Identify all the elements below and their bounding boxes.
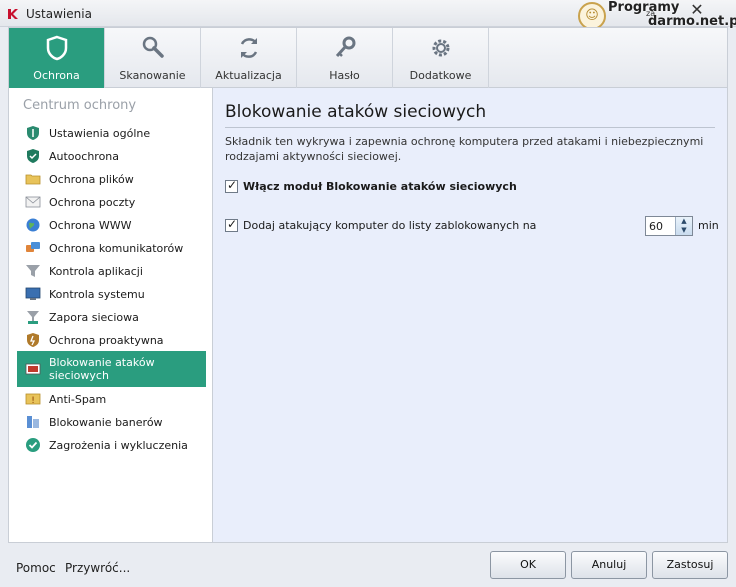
block-duration-value[interactable]: 60 <box>649 220 663 233</box>
sidebar-item-blokowanie-banerow[interactable]: Blokowanie banerów <box>17 411 206 433</box>
watermark: ☺ Programy za darmo.net.pl <box>578 0 736 30</box>
globe-icon <box>26 218 40 232</box>
component-description: Składnik ten wykrywa i zapewnia ochronę … <box>225 135 704 163</box>
sidebar-item-zagrozenia[interactable]: Zagrożenia i wykluczenia <box>17 434 206 456</box>
stepper-buttons: ▲ ▼ <box>675 217 692 235</box>
refresh-icon <box>240 38 258 58</box>
help-link[interactable]: Pomoc <box>16 561 56 575</box>
sidebar-item-label: Ochrona komunikatorów <box>49 241 184 255</box>
tab-skanowanie[interactable]: Skanowanie <box>105 28 201 88</box>
cancel-button[interactable]: Anuluj <box>571 551 647 579</box>
sidebar: Centrum ochrony Ustawienia ogólne Autooc… <box>8 88 213 543</box>
shield-icon <box>46 35 68 61</box>
tab-label: Ochrona <box>33 69 80 82</box>
shield-settings-icon <box>27 126 39 140</box>
tab-label: Hasło <box>329 69 360 82</box>
sidebar-item-blokowanie-atakow[interactable]: Blokowanie ataków sieciowych <box>17 351 206 387</box>
magnifier-icon <box>142 36 164 58</box>
close-button[interactable]: ✕ <box>686 1 708 21</box>
sidebar-item-label: Ochrona WWW <box>49 218 132 232</box>
sidebar-title: Centrum ochrony <box>23 98 137 113</box>
sidebar-item-label: Blokowanie ataków sieciowych <box>49 356 155 382</box>
enable-module-checkbox[interactable] <box>225 178 238 193</box>
sidebar-item-ochrona-www[interactable]: Ochrona WWW <box>17 214 206 236</box>
sidebar-item-kontrola-aplikacji[interactable]: Kontrola aplikacji <box>17 260 206 282</box>
sidebar-item-ustawienia-ogolne[interactable]: Ustawienia ogólne <box>17 122 206 144</box>
check-circle-icon <box>26 438 40 452</box>
spam-icon: ! <box>25 393 41 406</box>
proactive-shield-icon <box>27 333 39 347</box>
title-bar: Ustawienia ☺ Programy za darmo.net.pl ✕ <box>0 0 736 30</box>
tab-label: Aktualizacja <box>215 69 282 82</box>
tab-dodatkowe[interactable]: Dodatkowe <box>393 28 489 88</box>
dialog-footer: Pomoc Przywróć... OK Anuluj Zastosuj <box>0 543 736 587</box>
key-icon <box>335 36 356 58</box>
watermark-line1: Programy <box>608 0 680 15</box>
block-duration-stepper[interactable]: 60 ▲ ▼ <box>645 216 693 236</box>
funnel-icon <box>26 265 40 277</box>
window-title: Ustawienia <box>26 7 92 21</box>
stepper-down-icon[interactable]: ▼ <box>676 226 692 235</box>
title-divider <box>225 127 715 128</box>
tab-ochrona[interactable]: Ochrona <box>9 28 105 88</box>
sidebar-item-kontrola-systemu[interactable]: Kontrola systemu <box>17 283 206 305</box>
watermark-logo-icon: ☺ <box>578 2 606 30</box>
firewall-icon <box>27 311 39 324</box>
tab-aktualizacja[interactable]: Aktualizacja <box>201 28 297 88</box>
sidebar-item-label: Zagrożenia i wykluczenia <box>49 438 188 452</box>
apply-button[interactable]: Zastosuj <box>652 551 728 579</box>
tab-label: Skanowanie <box>119 69 186 82</box>
sidebar-item-ochrona-plikow[interactable]: Ochrona plików <box>17 168 206 190</box>
sidebar-item-label: Blokowanie banerów <box>49 415 163 429</box>
banner-icon <box>27 416 39 428</box>
restore-link[interactable]: Przywróć... <box>65 561 130 575</box>
sidebar-item-anti-spam[interactable]: ! Anti-Spam <box>17 388 206 410</box>
sidebar-item-ochrona-komunikatorow[interactable]: Ochrona komunikatorów <box>17 237 206 259</box>
sidebar-item-label: Autoochrona <box>49 149 120 163</box>
main-tabs: Ochrona Skanowanie Aktualizacja Hasło Do… <box>8 27 728 88</box>
sidebar-item-label: Ochrona plików <box>49 172 134 186</box>
sidebar-item-label: Ochrona poczty <box>49 195 136 209</box>
network-attack-icon <box>25 363 41 375</box>
self-defense-icon <box>27 149 39 163</box>
gear-icon <box>432 39 450 57</box>
ok-button[interactable]: OK <box>490 551 566 579</box>
stepper-up-icon[interactable]: ▲ <box>676 217 692 226</box>
sidebar-item-label: Kontrola aplikacji <box>49 264 143 278</box>
block-attacker-label: Dodaj atakujący komputer do listy zablok… <box>243 219 537 232</box>
folder-icon <box>25 174 41 185</box>
sidebar-item-ochrona-proaktywna[interactable]: Ochrona proaktywna <box>17 329 206 351</box>
tab-haslo[interactable]: Hasło <box>297 28 393 88</box>
sidebar-item-label: Kontrola systemu <box>49 287 145 301</box>
sidebar-item-ochrona-poczty[interactable]: Ochrona poczty <box>17 191 206 213</box>
mail-icon <box>25 196 41 208</box>
messenger-icon <box>26 242 40 252</box>
svg-text:!: ! <box>31 396 35 406</box>
sidebar-item-autoochrona[interactable]: Autoochrona <box>17 145 206 167</box>
sidebar-item-label: Ustawienia ogólne <box>49 126 151 140</box>
enable-module-label: Włącz moduł Blokowanie ataków sieciowych <box>243 180 517 193</box>
monitor-icon <box>25 287 41 300</box>
sidebar-item-label: Anti-Spam <box>49 392 107 406</box>
settings-panel: Blokowanie ataków sieciowych Składnik te… <box>213 88 728 543</box>
kaspersky-logo-icon <box>8 9 18 19</box>
block-duration-unit: min <box>698 219 719 232</box>
page-title: Blokowanie ataków sieciowych <box>225 102 487 122</box>
tab-label: Dodatkowe <box>409 69 472 82</box>
sidebar-item-zapora-sieciowa[interactable]: Zapora sieciowa <box>17 306 206 328</box>
sidebar-item-label: Zapora sieciowa <box>49 310 139 324</box>
block-attacker-checkbox[interactable] <box>225 217 238 232</box>
sidebar-item-label: Ochrona proaktywna <box>49 333 164 347</box>
